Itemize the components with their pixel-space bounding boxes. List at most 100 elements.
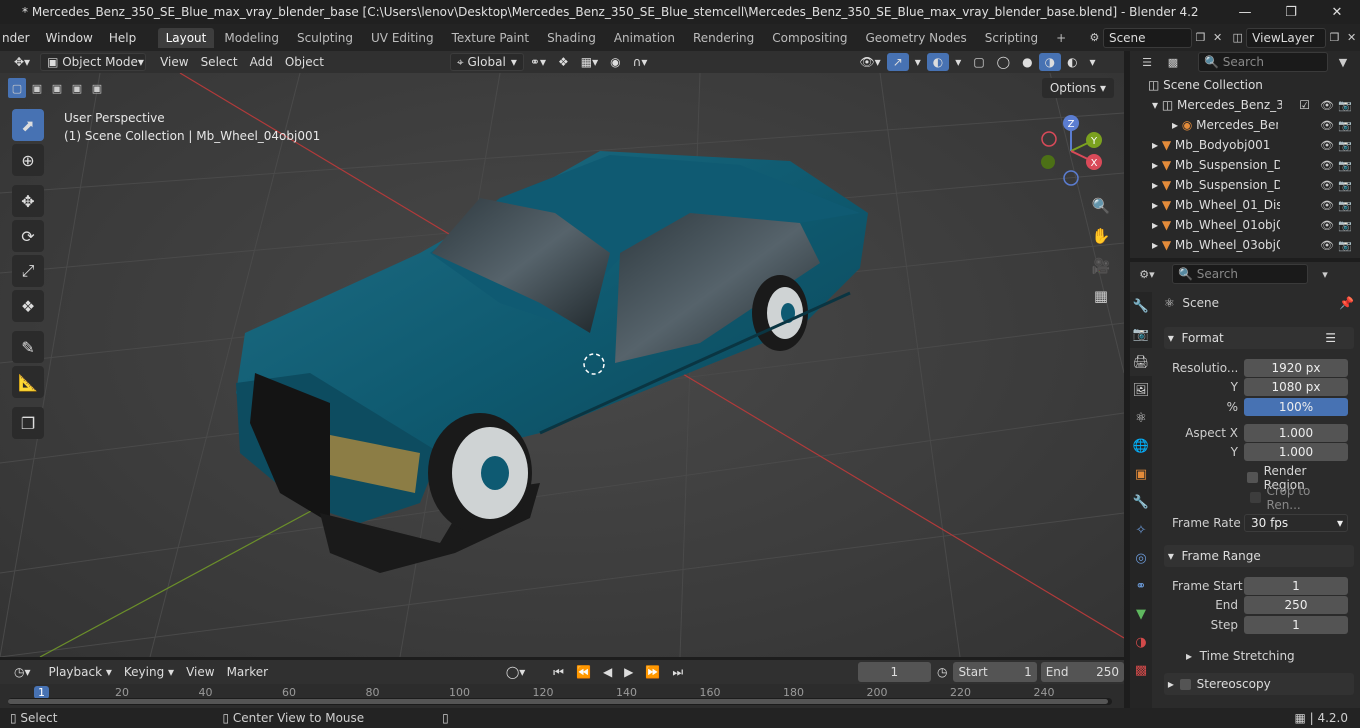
viewlayer-icon[interactable]: ◫ bbox=[1229, 28, 1246, 48]
rotate-tool-icon[interactable]: ⟳ bbox=[12, 220, 44, 252]
editor-type-icon[interactable]: ✥▾ bbox=[8, 53, 36, 71]
current-frame-field[interactable]: 1 bbox=[857, 662, 931, 682]
overlay-dropdown-icon[interactable]: ▾ bbox=[949, 53, 967, 71]
scene-selector[interactable]: Scene bbox=[1102, 27, 1193, 48]
view-layer-tab-icon[interactable]: 🖼 bbox=[1130, 376, 1152, 404]
eye-icon[interactable]: 👁 bbox=[1320, 99, 1334, 112]
tab-layout[interactable]: Layout bbox=[157, 27, 215, 48]
proportional-edit-icon[interactable]: ◉ bbox=[604, 53, 626, 71]
menu-select[interactable]: Select bbox=[195, 53, 244, 71]
3d-viewport[interactable]: Z Y X ▢ ▣ ▣ ▣ ▣ ⬈ ⊕ ✥ ⟳ ⤢ ❖ ✎ 📐 ❐ User P… bbox=[0, 73, 1124, 657]
wireframe-shading-icon[interactable]: ◯ bbox=[991, 53, 1016, 71]
pivot-icon[interactable]: ⚭▾ bbox=[524, 53, 552, 71]
menu-timeline-view[interactable]: View bbox=[180, 663, 220, 681]
tab-sculpting[interactable]: Sculpting bbox=[289, 28, 361, 48]
menu-keying[interactable]: Keying ▾ bbox=[118, 663, 180, 681]
menu-render[interactable]: nder bbox=[0, 31, 38, 45]
data-tab-icon[interactable]: ▼ bbox=[1130, 600, 1152, 628]
timeline-ruler[interactable]: 1 20 40 60 80 100 120 140 160 180 200 220 240 bbox=[0, 684, 1124, 708]
physics-tab-icon[interactable]: ◎ bbox=[1130, 544, 1152, 572]
texture-tab-icon[interactable]: ▩ bbox=[1130, 656, 1152, 684]
outliner-item[interactable]: ▸ ▼ Mb_Suspension_De 👁 📷 bbox=[1130, 175, 1360, 195]
minimize-button[interactable]: — bbox=[1222, 0, 1268, 24]
menu-window[interactable]: Window bbox=[38, 31, 101, 45]
menu-help[interactable]: Help bbox=[101, 31, 144, 45]
properties-search-input[interactable]: 🔍 Search bbox=[1172, 264, 1308, 284]
frame-rate-dropdown[interactable]: 30 fps ▾ bbox=[1244, 513, 1348, 532]
add-workspace-button[interactable]: + bbox=[1048, 28, 1074, 48]
timeline-editor-icon[interactable]: ◷▾ bbox=[8, 663, 37, 681]
camera-icon[interactable]: 📷 bbox=[1338, 199, 1352, 212]
camera-icon[interactable]: 📷 bbox=[1338, 99, 1352, 112]
scale-tool-icon[interactable]: ⤢ bbox=[12, 255, 44, 287]
options-button[interactable]: Options ▾ bbox=[1041, 78, 1114, 98]
tab-shading[interactable]: Shading bbox=[539, 28, 604, 48]
gizmo-dropdown-icon[interactable]: ▾ bbox=[909, 53, 927, 71]
frame-step-field[interactable]: 1 bbox=[1244, 615, 1348, 634]
outliner-item[interactable]: ▸ ◉ Mercedes_Benz 👁 📷 bbox=[1130, 115, 1360, 135]
outliner-search-input[interactable]: 🔍 Search bbox=[1198, 52, 1328, 72]
perspective-toggle-icon[interactable]: ▦ bbox=[1088, 283, 1114, 309]
orientation-dropdown[interactable]: ⌖ Global ▾ bbox=[449, 53, 524, 71]
outliner-item[interactable]: ▸ ▼ Mb_Wheel_03obj0 👁 📷 bbox=[1130, 235, 1360, 255]
eye-icon[interactable]: 👁 bbox=[1320, 159, 1334, 172]
camera-icon[interactable]: 📷 bbox=[1338, 139, 1352, 152]
shading-dropdown-icon[interactable]: ▾ bbox=[1084, 53, 1102, 71]
add-cube-tool-icon[interactable]: ❐ bbox=[12, 407, 44, 439]
solid-shading-icon[interactable]: ● bbox=[1016, 53, 1038, 71]
outliner-item[interactable]: ▸ ▼ Mb_Wheel_01obj0 👁 📷 bbox=[1130, 215, 1360, 235]
new-scene-icon[interactable]: ❐ bbox=[1192, 28, 1209, 48]
camera-icon[interactable]: 📷 bbox=[1338, 239, 1352, 252]
aspect-y-field[interactable]: 1.000 bbox=[1244, 442, 1348, 461]
menu-add[interactable]: Add bbox=[244, 53, 279, 71]
eye-icon[interactable]: 👁 bbox=[1320, 139, 1334, 152]
world-tab-icon[interactable]: 🌐 bbox=[1130, 432, 1152, 460]
resolution-x-field[interactable]: 1920 px bbox=[1244, 358, 1348, 377]
xray-icon[interactable]: ▢ bbox=[967, 53, 990, 71]
preset-list-icon[interactable]: ☰ bbox=[1325, 331, 1336, 345]
checkbox-icon[interactable]: ☑ bbox=[1299, 98, 1310, 112]
stereoscopy-checkbox[interactable] bbox=[1179, 678, 1191, 690]
eye-icon[interactable]: 👁 bbox=[1320, 119, 1334, 132]
mode-dropdown[interactable]: ▣ Object Mode ▾ bbox=[40, 53, 147, 71]
menu-marker[interactable]: Marker bbox=[221, 663, 274, 681]
record-icon[interactable]: ◯▾ bbox=[500, 663, 531, 681]
frame-range-panel-header[interactable]: ▾ Frame Range bbox=[1164, 545, 1354, 567]
scene-tab-icon[interactable]: ⚛ bbox=[1130, 404, 1152, 432]
select-invert-icon[interactable]: ▣ bbox=[68, 78, 86, 98]
menu-object[interactable]: Object bbox=[279, 53, 330, 71]
modifier-tab-icon[interactable]: 🔧 bbox=[1130, 488, 1152, 516]
display-mode-icon[interactable]: ▩ bbox=[1162, 52, 1184, 72]
outliner-item[interactable]: ▸ ▼ Mb_Suspension_De 👁 📷 bbox=[1130, 155, 1360, 175]
outliner-editor-icon[interactable]: ☰ bbox=[1136, 52, 1158, 72]
select-intersect-icon[interactable]: ▣ bbox=[88, 78, 106, 98]
clock-icon[interactable]: ◷ bbox=[931, 663, 953, 681]
crop-checkbox[interactable] bbox=[1249, 492, 1261, 503]
eye-icon[interactable]: 👁 bbox=[1320, 239, 1334, 252]
camera-icon[interactable]: 📷 bbox=[1338, 119, 1352, 132]
new-viewlayer-icon[interactable]: ❐ bbox=[1326, 28, 1343, 48]
tab-rendering[interactable]: Rendering bbox=[685, 28, 762, 48]
scrollbar-thumb[interactable] bbox=[8, 699, 1108, 704]
menu-view[interactable]: View bbox=[154, 53, 194, 71]
jump-end-icon[interactable]: ⏭ bbox=[666, 663, 689, 681]
outliner-root[interactable]: ◫ Scene Collection bbox=[1130, 75, 1360, 95]
scene-icon[interactable]: ⚙ bbox=[1086, 28, 1103, 48]
falloff-icon[interactable]: ∩▾ bbox=[627, 53, 654, 71]
annotate-tool-icon[interactable]: ✎ bbox=[12, 331, 44, 363]
pan-hand-icon[interactable]: ✋ bbox=[1088, 223, 1114, 249]
pin-icon[interactable]: 📌 bbox=[1339, 296, 1354, 310]
play-reverse-icon[interactable]: ◀ bbox=[597, 663, 618, 681]
format-panel-header[interactable]: ▾ Format ☰ bbox=[1164, 327, 1354, 349]
select-box-tool-icon[interactable]: ⬈ bbox=[12, 109, 44, 141]
camera-view-icon[interactable]: 🎥 bbox=[1088, 253, 1114, 279]
zoom-icon[interactable]: 🔍 bbox=[1088, 193, 1114, 219]
select-subtract-icon[interactable]: ▣ bbox=[48, 78, 66, 98]
snap-icon[interactable]: ❖ bbox=[552, 53, 575, 71]
tab-uv-editing[interactable]: UV Editing bbox=[363, 28, 442, 48]
menu-playback[interactable]: Playback ▾ bbox=[43, 663, 118, 681]
tab-geometry-nodes[interactable]: Geometry Nodes bbox=[858, 28, 975, 48]
start-frame-field[interactable]: Start 1 bbox=[953, 662, 1037, 682]
frame-start-field[interactable]: 1 bbox=[1244, 576, 1348, 595]
maximize-button[interactable]: ❐ bbox=[1268, 0, 1314, 24]
